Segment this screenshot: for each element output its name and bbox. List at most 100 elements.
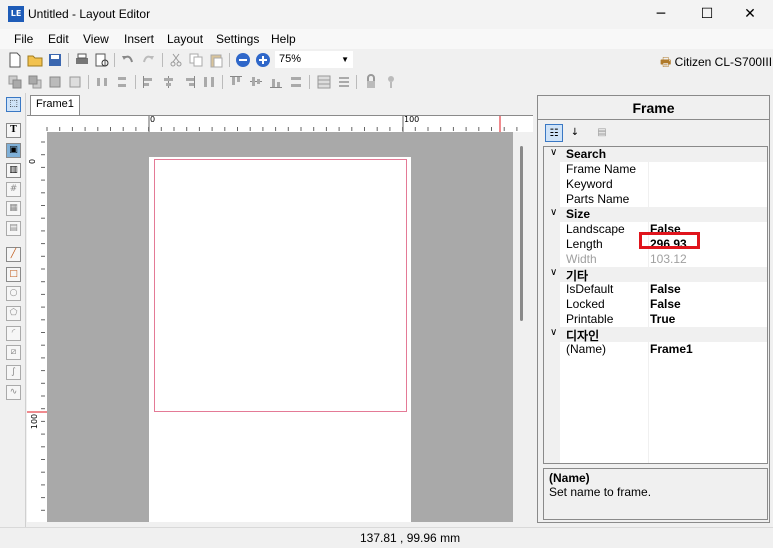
category-misc[interactable]: ∨ 기타 (544, 267, 767, 283)
lock-icon[interactable] (363, 74, 379, 90)
menu-settings[interactable]: Settings (216, 32, 259, 46)
sort-alpha-icon[interactable]: ↓ (566, 124, 584, 142)
align-top-icon[interactable] (228, 74, 244, 90)
tab-frame1[interactable]: Frame1 (30, 95, 80, 115)
copy-icon[interactable] (188, 52, 204, 68)
undo-icon[interactable] (120, 52, 136, 68)
menu-layout[interactable]: Layout (167, 32, 203, 46)
align-center-icon[interactable] (161, 74, 177, 90)
toolbar-separator (68, 53, 69, 67)
prop-printable[interactable]: Printable True (544, 312, 767, 327)
align-right-icon[interactable] (181, 74, 197, 90)
freehand-tool-icon[interactable]: ∿ (6, 385, 21, 400)
prop-label: IsDefault (566, 282, 614, 296)
maximize-button[interactable]: ☐ (684, 0, 730, 29)
text-tool-icon[interactable]: T (6, 123, 21, 138)
zoom-value: 75% (279, 53, 302, 65)
prop-value[interactable]: False (650, 282, 681, 296)
image-tool-icon[interactable]: ▣ (6, 143, 21, 158)
category-search[interactable]: ∨ Search (544, 147, 767, 162)
new-file-icon[interactable] (7, 52, 23, 68)
counter-tool-icon[interactable]: # (6, 182, 21, 197)
ruler-label-100: 100 (404, 115, 420, 124)
window-title: Untitled - Layout Editor (28, 7, 151, 21)
frame-boundary[interactable] (154, 159, 407, 412)
print-preview-icon[interactable] (94, 52, 110, 68)
diagonal-tool-icon[interactable]: ⧄ (6, 345, 21, 360)
cut-icon[interactable] (168, 52, 184, 68)
category-label: Search (566, 147, 607, 161)
minimize-button[interactable]: ─ (638, 0, 684, 29)
distribute-h-icon[interactable] (94, 74, 110, 90)
toolbar-separator (222, 75, 223, 89)
categorized-view-icon[interactable]: ☷ (545, 124, 563, 142)
send-back-icon[interactable] (27, 74, 43, 90)
close-button[interactable]: ✕ (727, 0, 773, 29)
zoom-select[interactable]: 75% ▼ (275, 51, 353, 68)
prop-value[interactable]: Frame1 (650, 342, 693, 356)
align-bottom-icon[interactable] (268, 74, 284, 90)
same-height-icon[interactable] (288, 74, 304, 90)
prop-parts-name[interactable]: Parts Name (544, 192, 767, 207)
category-size[interactable]: ∨ Size (544, 207, 767, 222)
zoom-in-icon[interactable] (255, 52, 271, 68)
toolbar-separator (309, 75, 310, 89)
chevron-down-icon: ∨ (550, 267, 558, 278)
menu-insert[interactable]: Insert (124, 32, 154, 46)
document-tabs: Frame1 (27, 95, 533, 115)
prop-value[interactable]: True (650, 312, 675, 326)
field-tool-icon[interactable]: ▤ (6, 221, 21, 236)
select-tool-icon[interactable]: ⬚ (6, 97, 21, 112)
prop-width[interactable]: Width 103.12 (544, 252, 767, 267)
menu-help[interactable]: Help (271, 32, 296, 46)
grid-icon[interactable] (316, 74, 332, 90)
polygon-tool-icon[interactable]: ⬠ (6, 306, 21, 321)
alignment-toolbar (0, 71, 773, 93)
arc-tool-icon[interactable]: ◜ (6, 326, 21, 341)
toolbar-separator (114, 53, 115, 67)
property-pages-icon[interactable]: ▤ (593, 124, 611, 142)
same-width-icon[interactable] (201, 74, 217, 90)
open-folder-icon[interactable] (27, 52, 43, 68)
rectangle-tool-icon[interactable]: □ (6, 267, 21, 282)
redo-icon[interactable] (140, 52, 156, 68)
label-paper[interactable] (149, 157, 411, 522)
prop-label: (Name) (566, 342, 607, 356)
prop-locked[interactable]: Locked False (544, 297, 767, 312)
paste-icon[interactable] (208, 52, 224, 68)
align-left-icon[interactable] (141, 74, 157, 90)
vertical-ruler: 0 100 (27, 132, 47, 522)
toolbar-separator (88, 75, 89, 89)
prop-frame-name[interactable]: Frame Name (544, 162, 767, 177)
curve-tool-icon[interactable]: ∫ (6, 365, 21, 380)
align-middle-icon[interactable] (248, 74, 264, 90)
barcode-tool-icon[interactable]: ▥ (6, 163, 21, 178)
prop-isdefault[interactable]: IsDefault False (544, 282, 767, 297)
zoom-out-icon[interactable] (235, 52, 251, 68)
cursor-coordinates: 137.81 , 99.96 mm (360, 531, 461, 545)
vertical-scrollbar[interactable] (513, 132, 533, 522)
bring-forward-icon[interactable] (47, 74, 63, 90)
menu-edit[interactable]: Edit (48, 32, 69, 46)
snap-icon[interactable] (336, 74, 352, 90)
prop-value[interactable]: False (650, 297, 681, 311)
design-canvas[interactable] (47, 132, 513, 522)
category-design[interactable]: ∨ 디자인 (544, 327, 767, 343)
prop-keyword[interactable]: Keyword (544, 177, 767, 192)
qrcode-tool-icon[interactable]: ▦ (6, 201, 21, 216)
send-backward-icon[interactable] (67, 74, 83, 90)
print-icon[interactable] (74, 52, 90, 68)
menu-view[interactable]: View (83, 32, 109, 46)
toolbar-separator (162, 53, 163, 67)
distribute-v-icon[interactable] (114, 74, 130, 90)
prop-name[interactable]: (Name) Frame1 (544, 342, 767, 357)
prop-label: Width (566, 252, 597, 266)
ellipse-tool-icon[interactable]: ○ (6, 286, 21, 301)
menu-file[interactable]: File (14, 32, 33, 46)
scrollbar-thumb[interactable] (520, 146, 523, 321)
save-icon[interactable] (47, 52, 63, 68)
bring-front-icon[interactable] (7, 74, 23, 90)
toolbar-separator (229, 53, 230, 67)
line-tool-icon[interactable]: ╱ (6, 247, 21, 262)
pin-icon[interactable] (383, 74, 399, 90)
